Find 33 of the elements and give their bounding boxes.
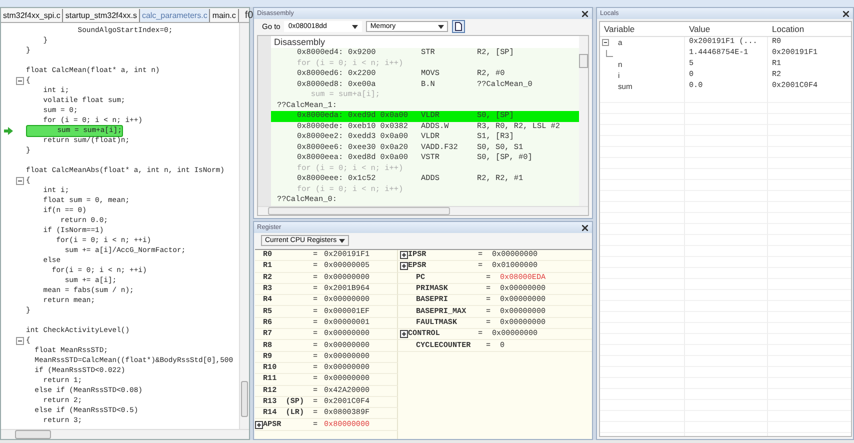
dropdown-icon[interactable] xyxy=(352,24,358,28)
scroll-thumb[interactable] xyxy=(15,430,51,439)
close-icon[interactable] xyxy=(582,10,588,16)
dropdown-icon[interactable] xyxy=(438,24,444,28)
file-tab[interactable]: main.c xyxy=(210,8,239,22)
scroll-thumb[interactable] xyxy=(268,207,450,215)
dropdown-icon[interactable] xyxy=(339,238,345,242)
file-tab[interactable]: startup_stm32f4xx.s xyxy=(63,8,140,22)
collapse-icon[interactable] xyxy=(16,77,24,85)
file-tab[interactable]: calc_parameters.c xyxy=(140,8,210,22)
collapse-icon[interactable] xyxy=(16,177,24,185)
vertical-scrollbar[interactable] xyxy=(579,36,588,206)
column-header[interactable]: Value xyxy=(685,24,768,34)
tree-line-icon xyxy=(603,50,613,58)
collapse-icon[interactable] xyxy=(16,337,24,345)
expand-icon[interactable] xyxy=(400,262,408,270)
close-icon[interactable] xyxy=(582,224,588,230)
vertical-scrollbar[interactable] xyxy=(239,23,249,429)
page-icon[interactable] xyxy=(452,20,466,33)
function-selector[interactable]: f0 xyxy=(244,10,254,20)
scroll-thumb[interactable] xyxy=(579,54,588,68)
file-tab[interactable]: stm32f4xx_spi.c xyxy=(1,8,64,22)
close-icon[interactable] xyxy=(843,10,849,16)
column-header[interactable]: Variable xyxy=(600,24,685,34)
expand-icon[interactable] xyxy=(400,330,408,338)
column-header[interactable]: Location xyxy=(768,24,851,34)
scroll-thumb[interactable] xyxy=(241,381,248,417)
horizontal-scrollbar[interactable] xyxy=(1,429,249,439)
horizontal-scrollbar[interactable] xyxy=(258,206,588,215)
collapse-icon[interactable] xyxy=(602,39,609,46)
expand-icon[interactable] xyxy=(255,420,263,429)
expand-icon[interactable] xyxy=(400,251,408,260)
column-header: Disassembly xyxy=(271,36,579,48)
